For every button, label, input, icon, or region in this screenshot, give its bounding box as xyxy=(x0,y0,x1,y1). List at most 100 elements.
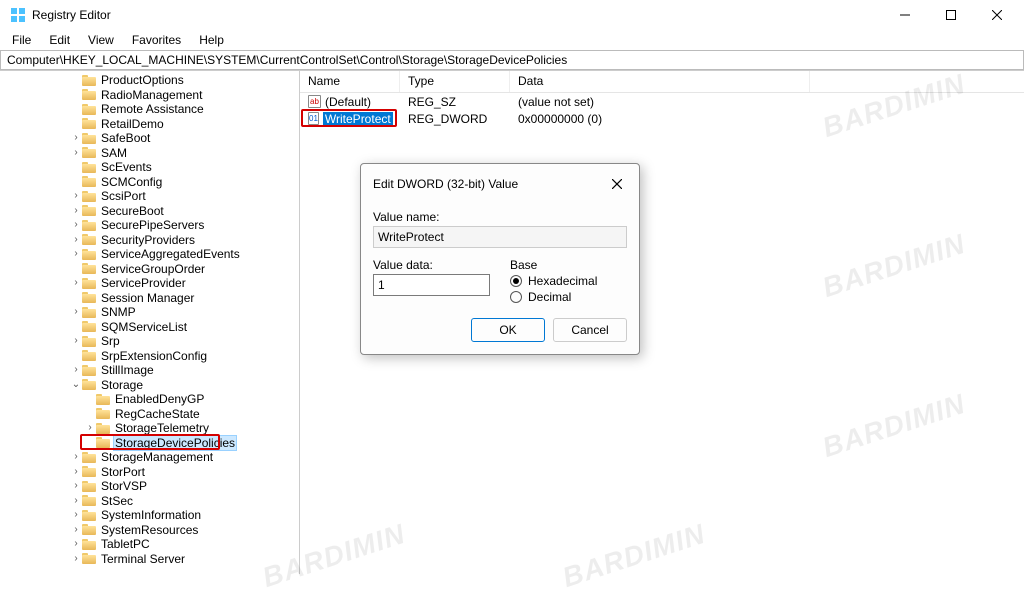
folder-icon xyxy=(82,539,96,550)
value-name-cell: (Default) xyxy=(325,95,371,109)
chevron-right-icon[interactable] xyxy=(70,233,82,247)
chevron-right-icon[interactable] xyxy=(70,276,82,290)
chevron-right-icon[interactable] xyxy=(70,479,82,493)
tree-item[interactable]: SAM xyxy=(0,146,299,161)
col-name[interactable]: Name xyxy=(300,71,400,92)
tree-item[interactable]: Session Manager xyxy=(0,291,299,306)
folder-icon xyxy=(82,452,96,463)
chevron-right-icon[interactable] xyxy=(70,247,82,261)
close-button[interactable] xyxy=(974,0,1020,30)
tree-item[interactable]: StorageManagement xyxy=(0,450,299,465)
ok-button[interactable]: OK xyxy=(471,318,545,342)
value-data-input[interactable]: 1 xyxy=(373,274,490,296)
col-data[interactable]: Data xyxy=(510,71,810,92)
tree-item[interactable]: ServiceAggregatedEvents xyxy=(0,247,299,262)
dialog-close-button[interactable] xyxy=(605,172,629,196)
tree-pane[interactable]: ProductOptionsRadioManagementRemote Assi… xyxy=(0,71,300,574)
tree-item[interactable]: SecureBoot xyxy=(0,204,299,219)
tree-item[interactable]: StorageDevicePolicies xyxy=(0,436,299,451)
chevron-right-icon[interactable] xyxy=(70,305,82,319)
menu-help[interactable]: Help xyxy=(191,31,232,49)
list-rows[interactable]: ab(Default)REG_SZ(value not set)01WriteP… xyxy=(300,93,1024,127)
cancel-button[interactable]: Cancel xyxy=(553,318,627,342)
tree-item-label: StorageManagement xyxy=(99,450,215,464)
chevron-right-icon[interactable] xyxy=(70,537,82,551)
tree-item[interactable]: RadioManagement xyxy=(0,88,299,103)
radio-decimal[interactable]: Decimal xyxy=(510,290,627,304)
window-title: Registry Editor xyxy=(32,8,882,22)
registry-tree[interactable]: ProductOptionsRadioManagementRemote Assi… xyxy=(0,73,299,566)
tree-item[interactable]: SCMConfig xyxy=(0,175,299,190)
chevron-right-icon[interactable] xyxy=(70,552,82,566)
tree-item[interactable]: Remote Assistance xyxy=(0,102,299,117)
folder-icon xyxy=(82,249,96,260)
folder-icon xyxy=(96,437,110,448)
radio-hexadecimal[interactable]: Hexadecimal xyxy=(510,274,627,288)
chevron-right-icon[interactable] xyxy=(70,508,82,522)
tree-item[interactable]: RetailDemo xyxy=(0,117,299,132)
chevron-right-icon[interactable] xyxy=(70,363,82,377)
tree-item[interactable]: SecurePipeServers xyxy=(0,218,299,233)
chevron-right-icon[interactable] xyxy=(70,131,82,145)
tree-item[interactable]: Storage xyxy=(0,378,299,393)
tree-item-label: ProductOptions xyxy=(99,73,186,87)
folder-icon xyxy=(82,553,96,564)
tree-item[interactable]: StorVSP xyxy=(0,479,299,494)
folder-icon xyxy=(82,220,96,231)
address-bar[interactable]: Computer\HKEY_LOCAL_MACHINE\SYSTEM\Curre… xyxy=(0,50,1024,70)
tree-item[interactable]: ScsiPort xyxy=(0,189,299,204)
tree-item[interactable]: StillImage xyxy=(0,363,299,378)
tree-item[interactable]: SecurityProviders xyxy=(0,233,299,248)
menu-edit[interactable]: Edit xyxy=(41,31,78,49)
value-row[interactable]: ab(Default)REG_SZ(value not set) xyxy=(300,93,1024,110)
value-type-cell: REG_DWORD xyxy=(400,112,510,126)
chevron-right-icon[interactable] xyxy=(70,465,82,479)
chevron-right-icon[interactable] xyxy=(84,421,96,435)
title-bar: Registry Editor xyxy=(0,0,1024,30)
tree-item[interactable]: RegCacheState xyxy=(0,407,299,422)
tree-item[interactable]: TabletPC xyxy=(0,537,299,552)
tree-item[interactable]: Terminal Server xyxy=(0,552,299,567)
tree-item[interactable]: ServiceProvider xyxy=(0,276,299,291)
value-row[interactable]: 01WriteProtectREG_DWORD0x00000000 (0) xyxy=(300,110,1024,127)
chevron-down-icon[interactable] xyxy=(70,378,82,392)
tree-item[interactable]: ProductOptions xyxy=(0,73,299,88)
chevron-right-icon[interactable] xyxy=(70,450,82,464)
tree-item[interactable]: SystemInformation xyxy=(0,508,299,523)
tree-item[interactable]: SystemResources xyxy=(0,523,299,538)
maximize-button[interactable] xyxy=(928,0,974,30)
folder-icon xyxy=(82,510,96,521)
tree-item[interactable]: SrpExtensionConfig xyxy=(0,349,299,364)
chevron-right-icon[interactable] xyxy=(70,218,82,232)
tree-item[interactable]: ServiceGroupOrder xyxy=(0,262,299,277)
menu-favorites[interactable]: Favorites xyxy=(124,31,189,49)
tree-item[interactable]: ScEvents xyxy=(0,160,299,175)
chevron-right-icon[interactable] xyxy=(70,204,82,218)
tree-item[interactable]: Srp xyxy=(0,334,299,349)
tree-item-label: TabletPC xyxy=(99,537,152,551)
tree-item[interactable]: SafeBoot xyxy=(0,131,299,146)
chevron-right-icon[interactable] xyxy=(70,189,82,203)
value-name-label: Value name: xyxy=(373,210,627,224)
menu-view[interactable]: View xyxy=(80,31,122,49)
menu-file[interactable]: File xyxy=(4,31,39,49)
folder-icon xyxy=(82,234,96,245)
address-text: Computer\HKEY_LOCAL_MACHINE\SYSTEM\Curre… xyxy=(7,53,567,67)
col-type[interactable]: Type xyxy=(400,71,510,92)
folder-icon xyxy=(82,307,96,318)
tree-item-label: StillImage xyxy=(99,363,156,377)
tree-item[interactable]: StSec xyxy=(0,494,299,509)
tree-item[interactable]: SNMP xyxy=(0,305,299,320)
chevron-right-icon[interactable] xyxy=(70,494,82,508)
folder-icon xyxy=(82,278,96,289)
tree-item-label: EnabledDenyGP xyxy=(113,392,206,406)
chevron-right-icon[interactable] xyxy=(70,146,82,160)
tree-item[interactable]: SQMServiceList xyxy=(0,320,299,335)
tree-item[interactable]: EnabledDenyGP xyxy=(0,392,299,407)
chevron-right-icon[interactable] xyxy=(70,334,82,348)
tree-item[interactable]: StorPort xyxy=(0,465,299,480)
tree-item[interactable]: StorageTelemetry xyxy=(0,421,299,436)
chevron-right-icon[interactable] xyxy=(70,523,82,537)
minimize-button[interactable] xyxy=(882,0,928,30)
folder-icon xyxy=(82,263,96,274)
